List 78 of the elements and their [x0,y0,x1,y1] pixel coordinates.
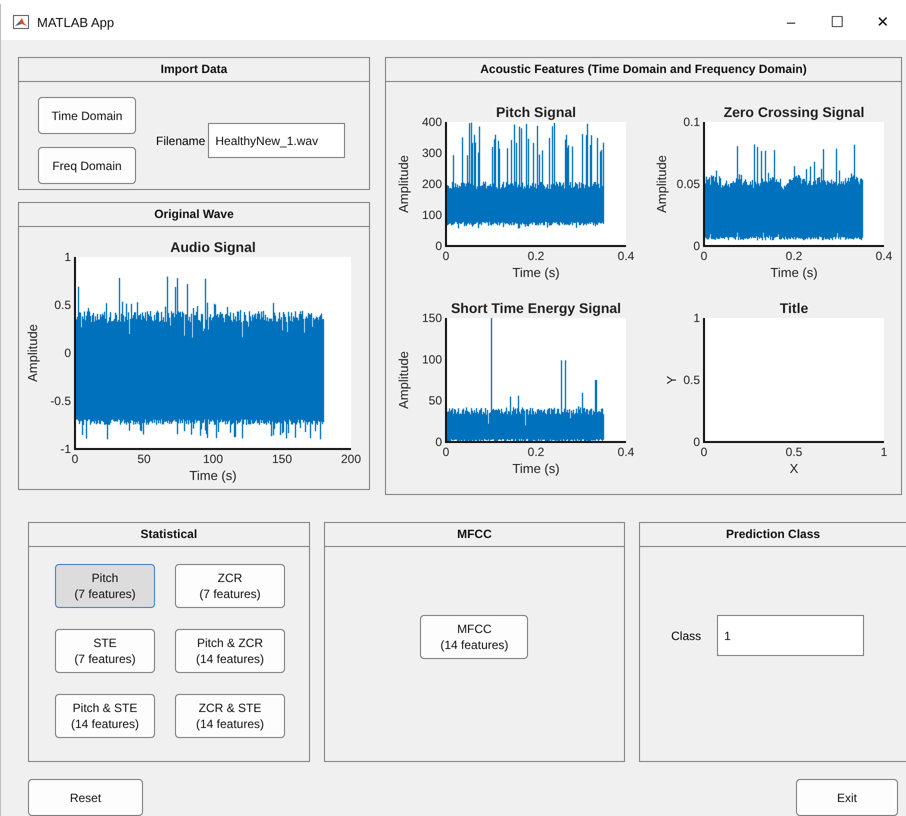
tick-label: 100 [422,208,442,222]
field-label: Filename [156,134,206,148]
tick-label: 0.05 [676,177,700,191]
axis-label: Amplitude [396,155,411,213]
tick-label: 0.4 [618,445,634,459]
axis-label: Y [664,376,679,384]
plot-title: Short Time Energy Signal [450,300,622,316]
tick-label: 200 [340,452,362,466]
feature-button[interactable]: ZCR & STE (14 features) [175,694,285,738]
feature-button[interactable]: Pitch & STE (14 features) [55,694,155,738]
tick-label: 200 [422,177,442,191]
panel-title: Original Wave [19,203,369,227]
tick-label: 0.5 [54,298,71,312]
class-field[interactable]: 1 [717,615,864,656]
tick-label: 50 [137,452,151,466]
tick-label: 0 [693,435,700,449]
tick-label: 0 [693,239,700,253]
feature-button[interactable]: Pitch & ZCR (14 features) [175,629,285,673]
axis-label: Time (s) [512,265,560,280]
tick-label: 0.1 [683,115,700,129]
tick-label: 0 [700,249,708,263]
tick-label: 100 [202,452,224,466]
tick-label: 0.4 [618,249,634,263]
tick-label: 0.4 [876,249,892,263]
tick-label: 1 [880,445,888,459]
tick-label: -0.5 [50,394,71,408]
exit-button[interactable]: Exit [796,779,898,816]
feature-button[interactable]: Pitch (7 features) [55,564,155,608]
tick-label: 1 [64,250,71,264]
plot-title: Title [780,300,808,316]
panel-title: MFCC [324,523,624,547]
panel-title: Import Data [19,58,369,82]
close-button[interactable]: ✕ [860,13,906,31]
reset-button[interactable]: Reset [28,779,143,816]
axis-label: Amplitude [654,155,669,213]
tick-label: 50 [428,394,442,408]
tick-label: 0 [435,435,442,449]
domain-button[interactable]: Time Domain [38,97,136,134]
window-title: MATLAB App [37,14,116,30]
field-label: Class [671,628,702,642]
maximize-button[interactable]: ☐ [814,13,860,31]
tick-label: 400 [422,115,442,129]
axis-label: Time (s) [189,468,237,483]
tick-label: 0 [72,452,78,466]
tick-label: 0.5 [683,373,700,387]
feature-button[interactable]: ZCR (7 features) [175,564,285,608]
filename-field[interactable]: HealthyNew_1.wav [208,123,346,158]
panel-title: Prediction Class [640,523,906,547]
panel-title: Acoustic Features (Time Domain and Frequency Domain) [386,58,901,82]
tick-label: 0 [700,445,708,459]
tick-label: 0 [442,249,450,263]
feature-button[interactable]: MFCC (14 features) [420,615,528,659]
tick-label: 0 [442,445,450,459]
plot-title: Zero Crossing Signal [724,104,864,120]
feature-button[interactable]: STE (7 features) [55,629,155,673]
tick-label: 0.5 [786,445,802,459]
app-logo-icon [13,15,29,29]
tick-label: 0.2 [528,249,544,263]
plot-title: Pitch Signal [496,104,576,120]
tick-label: -1 [60,442,71,456]
plot-title: Audio Signal [170,239,256,255]
domain-button[interactable]: Freq Domain [38,147,136,184]
tick-label: 150 [272,452,292,466]
axis-label: Amplitude [396,351,411,409]
tick-label: 0.2 [528,445,544,459]
tick-label: 100 [422,352,442,366]
tick-label: 0 [64,346,71,360]
axis-label: Amplitude [25,324,40,382]
panel-title: Statistical [29,523,309,547]
axis-label: Time (s) [770,265,818,280]
tick-label: 1 [693,311,700,325]
minimize-button[interactable]: – [768,14,814,30]
axis-label: Time (s) [512,461,560,476]
tick-label: 150 [422,311,442,325]
tick-label: 300 [422,146,442,160]
tick-label: 0.2 [786,249,802,263]
axis-label: X [790,461,798,476]
tick-label: 0 [435,239,442,253]
